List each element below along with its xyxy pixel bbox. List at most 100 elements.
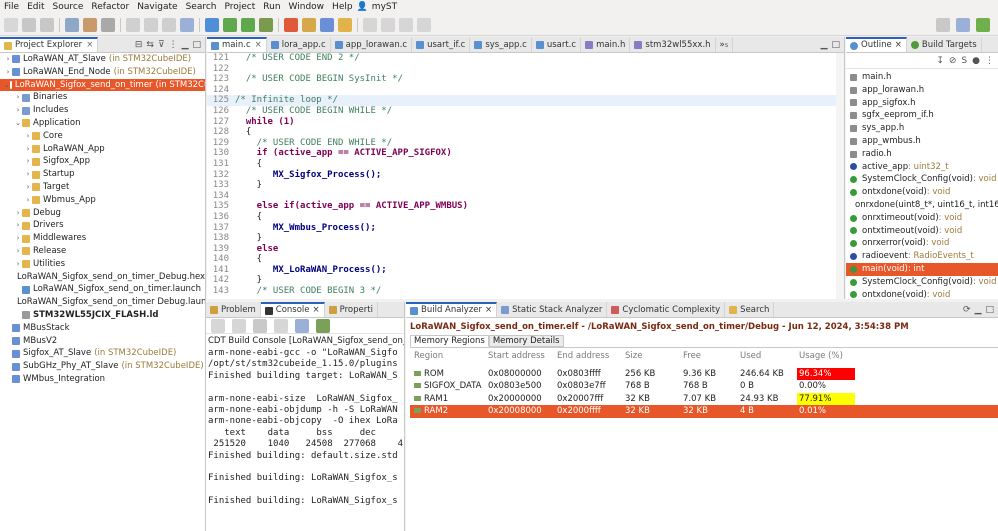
expand-right-icon[interactable]: › bbox=[14, 91, 22, 104]
collapse-all-icon[interactable]: ⊟ bbox=[135, 40, 143, 50]
outline-item[interactable]: sgfx_eeprom_if.h bbox=[846, 109, 998, 122]
expand-right-icon[interactable]: › bbox=[24, 130, 32, 143]
tree-item[interactable]: ⌄ Application bbox=[0, 117, 205, 130]
display-console-icon[interactable] bbox=[295, 318, 309, 333]
open-type-icon[interactable] bbox=[302, 17, 316, 32]
editor-tab[interactable]: sys_app.c bbox=[470, 37, 532, 52]
menu-item-navigate[interactable]: Navigate bbox=[133, 0, 181, 14]
column-header[interactable]: Start address bbox=[488, 350, 557, 363]
refresh-icon[interactable]: ⟳ bbox=[963, 305, 971, 315]
mark-icon[interactable] bbox=[180, 17, 194, 32]
expand-down-icon[interactable]: ⌄ bbox=[4, 79, 10, 92]
filter-icon[interactable]: ⊽ bbox=[158, 40, 165, 50]
tree-item[interactable]: › Release bbox=[0, 245, 205, 258]
menu-item-myst[interactable]: myST bbox=[368, 0, 401, 14]
tree-item[interactable]: MBusStack bbox=[0, 322, 205, 335]
back-icon[interactable] bbox=[363, 17, 377, 32]
expand-right-icon[interactable]: › bbox=[24, 181, 32, 194]
forward-icon[interactable] bbox=[381, 17, 395, 32]
view-menu-icon[interactable]: ⋮ bbox=[169, 40, 178, 50]
stop-icon[interactable] bbox=[284, 17, 298, 32]
column-header[interactable]: Region bbox=[410, 350, 488, 363]
next-annotation-icon[interactable] bbox=[399, 17, 413, 32]
editor-tab[interactable]: main.c × bbox=[207, 37, 267, 52]
outline-item[interactable]: onrxtimeout(void) : void bbox=[846, 212, 998, 225]
open-console-icon[interactable] bbox=[316, 318, 330, 333]
debug-icon[interactable] bbox=[205, 17, 219, 32]
tree-item[interactable]: › Target bbox=[0, 181, 205, 194]
settings-icon[interactable] bbox=[101, 17, 115, 32]
close-icon[interactable]: × bbox=[895, 39, 902, 52]
outline-item[interactable]: ontxtimeout(void) : void bbox=[846, 225, 998, 238]
tree-item[interactable]: › Middlewares bbox=[0, 232, 205, 245]
tab-build-analyzer[interactable]: Build Analyzer × bbox=[406, 302, 498, 317]
word-wrap-icon[interactable] bbox=[253, 318, 267, 333]
tree-item[interactable]: STM32WL55JCIX_FLASH.ld bbox=[0, 309, 205, 322]
hide-nonpublic-icon[interactable]: ● bbox=[972, 56, 980, 66]
search-icon[interactable] bbox=[320, 17, 334, 32]
build-config-icon[interactable] bbox=[83, 17, 97, 32]
editor-tab[interactable]: stm32wl55xx.h bbox=[630, 37, 716, 52]
minimize-icon[interactable]: ▁ bbox=[975, 305, 982, 315]
column-header[interactable]: Size bbox=[625, 350, 683, 363]
outline-item[interactable]: radioevent : RadioEvents_t bbox=[846, 250, 998, 263]
run-icon[interactable] bbox=[223, 17, 237, 32]
tree-item[interactable]: › Wbmus_App bbox=[0, 194, 205, 207]
table-row[interactable]: ROM 0x08000000 0x0803ffff 256 KB 9.36 KB 246.… bbox=[410, 367, 998, 381]
editor-tab[interactable]: usart_if.c bbox=[412, 37, 471, 52]
expand-right-icon[interactable]: › bbox=[14, 104, 22, 117]
editor-tab[interactable]: »₅ bbox=[716, 37, 734, 52]
console-output[interactable]: arm-none-eabi-gcc -o "LoRaWAN_Sigfo/opt/… bbox=[208, 348, 404, 531]
expand-right-icon[interactable]: › bbox=[14, 258, 22, 271]
prev-annotation-icon[interactable] bbox=[417, 17, 431, 32]
column-header[interactable]: Free bbox=[683, 350, 740, 363]
view-menu-icon[interactable]: ⋮ bbox=[985, 56, 994, 66]
outline-item[interactable]: SystemClock_Config(void) : void bbox=[846, 173, 998, 186]
expand-right-icon[interactable]: › bbox=[24, 168, 32, 181]
perspective-icon[interactable] bbox=[936, 17, 950, 32]
tree-item[interactable]: › Binaries bbox=[0, 91, 205, 104]
tree-item[interactable]: › LoRaWAN_App bbox=[0, 143, 205, 156]
editor-tab[interactable]: lora_app.c bbox=[267, 37, 331, 52]
tree-item[interactable]: › LoRaWAN_End_Node (in STM32CubeIDE) bbox=[0, 66, 205, 79]
expand-right-icon[interactable]: › bbox=[24, 143, 32, 156]
outline-item[interactable]: main(void) : int bbox=[846, 262, 998, 276]
folder-icon[interactable] bbox=[338, 17, 352, 32]
expand-right-icon[interactable]: › bbox=[4, 66, 12, 79]
table-row[interactable]: RAM2 0x20008000 0x2000ffff 32 KB 32 KB 4 B 0.0… bbox=[410, 405, 998, 418]
column-header[interactable]: Usage (%) bbox=[797, 350, 855, 363]
external-tools-icon[interactable] bbox=[241, 17, 255, 32]
new-icon[interactable] bbox=[4, 17, 18, 32]
pin-console-icon[interactable] bbox=[274, 318, 288, 333]
table-row[interactable]: SIGFOX_DATA 0x0803e500 0x0803e7ff 768 B 768 … bbox=[410, 380, 998, 393]
menu-item-search[interactable]: Search bbox=[182, 0, 221, 14]
tree-item[interactable]: › Sigfox_App bbox=[0, 155, 205, 168]
tab-problem[interactable]: Problem bbox=[206, 302, 261, 317]
tree-item[interactable]: › Utilities bbox=[0, 258, 205, 271]
menu-item-refactor[interactable]: Refactor bbox=[87, 0, 133, 14]
tab-static-stack-analyzer[interactable]: Static Stack Analyzer bbox=[497, 302, 608, 317]
outline-item[interactable]: sys_app.h bbox=[846, 122, 998, 135]
outline-item[interactable]: onrxerror(void) : void bbox=[846, 237, 998, 250]
editor-tab[interactable]: main.h bbox=[581, 37, 631, 52]
clear-console-icon[interactable] bbox=[211, 318, 225, 333]
menu-item-edit[interactable]: Edit bbox=[23, 0, 48, 14]
expand-right-icon[interactable]: › bbox=[4, 53, 12, 66]
table-row[interactable]: RAM1 0x20000000 0x20007fff 32 KB 7.07 KB 24.9… bbox=[410, 392, 998, 406]
tree-item[interactable]: › Debug bbox=[0, 207, 205, 220]
menu-item-source[interactable]: Source bbox=[49, 0, 88, 14]
editor-overview-ruler[interactable] bbox=[836, 53, 844, 299]
link-editor-icon[interactable]: ⇆ bbox=[146, 40, 154, 50]
save-icon[interactable] bbox=[22, 17, 36, 32]
sort-icon[interactable]: ↧ bbox=[936, 56, 944, 66]
tree-item[interactable]: LoRaWAN_Sigfox_send_on_timer_Debug.hex bbox=[0, 271, 205, 284]
scroll-lock-icon[interactable] bbox=[232, 318, 246, 333]
maximize-icon[interactable]: □ bbox=[831, 40, 840, 50]
tree-item[interactable]: LoRaWAN_Sigfox_send_on_timer.launch bbox=[0, 283, 205, 296]
expand-right-icon[interactable]: › bbox=[14, 245, 22, 258]
editor-tab[interactable]: usart.c bbox=[532, 37, 582, 52]
close-icon[interactable]: × bbox=[255, 39, 262, 52]
tree-item[interactable]: WMbus_Integration bbox=[0, 373, 205, 386]
outline-item[interactable]: SystemClock_Config(void) : void bbox=[846, 276, 998, 289]
minimize-icon[interactable]: ▁ bbox=[821, 40, 828, 50]
